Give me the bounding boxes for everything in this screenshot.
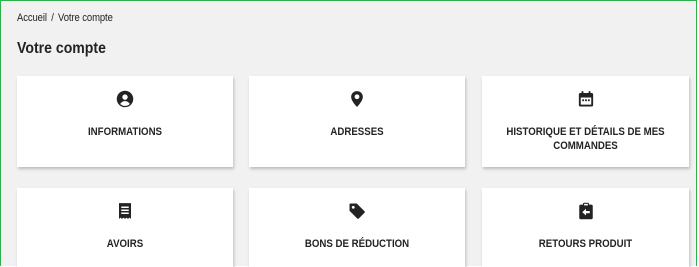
- receipt-icon: [115, 201, 135, 221]
- account-card-label: BONS DE RÉDUCTION: [304, 238, 410, 250]
- account-card-label: HISTORIQUE ET DÉTAILS DE MES COMMANDES: [506, 126, 665, 152]
- account-page: Accueil / Votre compte Votre compte INFORM…: [0, 0, 697, 267]
- account-card-addresses[interactable]: ADRESSES: [249, 76, 465, 167]
- clipboard-return-icon: [576, 201, 596, 221]
- account-card-label: INFORMATIONS: [87, 126, 163, 138]
- account-card-informations[interactable]: INFORMATIONS: [17, 76, 233, 167]
- account-card-label: ADRESSES: [330, 126, 384, 138]
- map-pin-icon: [347, 89, 367, 109]
- account-card-label: RETOURS PRODUIT: [538, 238, 633, 250]
- account-card-vouchers[interactable]: BONS DE RÉDUCTION: [249, 188, 465, 267]
- user-circle-icon: [115, 89, 135, 109]
- account-card-product-returns[interactable]: RETOURS PRODUIT: [482, 188, 689, 267]
- account-card-credit-slips[interactable]: AVOIRS: [17, 188, 233, 267]
- account-card-order-history[interactable]: HISTORIQUE ET DÉTAILS DE MES COMMANDES: [482, 76, 689, 167]
- breadcrumb-separator: /: [51, 12, 54, 24]
- breadcrumb-current: Votre compte: [58, 12, 113, 24]
- breadcrumb: Accueil / Votre compte: [17, 12, 113, 24]
- breadcrumb-home-link[interactable]: Accueil: [17, 12, 47, 24]
- page-title: Votre compte: [17, 40, 106, 57]
- tag-icon: [347, 201, 367, 221]
- calendar-icon: [576, 89, 596, 109]
- account-card-label: AVOIRS: [106, 238, 144, 250]
